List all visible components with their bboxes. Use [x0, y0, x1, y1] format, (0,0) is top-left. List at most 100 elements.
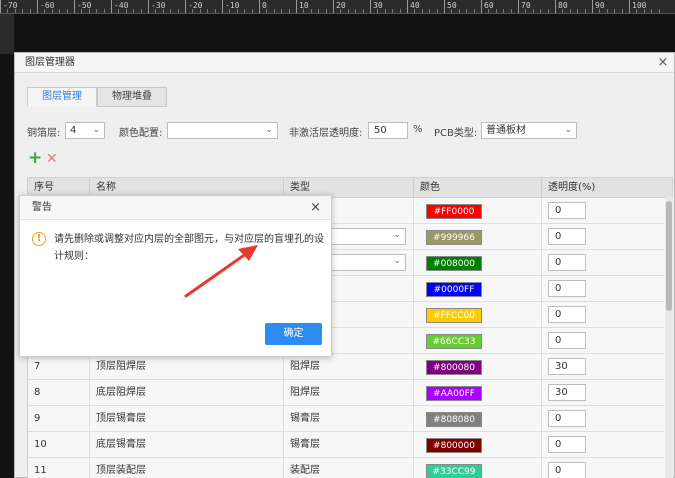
ruler-tick: -10 — [222, 0, 239, 13]
color-swatch[interactable]: #808080 — [426, 412, 482, 427]
ruler-minor-tick — [125, 9, 127, 13]
table-scrollbar[interactable] — [665, 197, 673, 478]
cell-color: #800080 — [414, 354, 542, 380]
cell-opacity: 0 — [542, 406, 664, 432]
ruler-minor-tick — [562, 9, 564, 13]
ruler-tick: 40 — [407, 0, 420, 13]
opacity-input[interactable]: 30 — [548, 358, 586, 375]
pcb-type-select[interactable]: 普通板材 ⌄ — [481, 122, 577, 139]
ruler-minor-tick — [473, 9, 475, 13]
ruler-minor-tick — [303, 9, 305, 13]
ok-button[interactable]: 确定 — [265, 323, 322, 345]
cell-type[interactable]: 锡膏层 — [284, 406, 414, 432]
tab-physical-stack[interactable]: 物理堆叠 — [97, 87, 167, 107]
cell-opacity: 0 — [542, 302, 664, 328]
ruler-minor-tick — [244, 9, 246, 13]
table-row[interactable]: 9 顶层锡膏层 锡膏层 #808080 0 — [28, 406, 664, 432]
opacity-input[interactable]: 30 — [548, 384, 586, 401]
ruler-minor-tick — [310, 9, 312, 13]
copper-layers-select[interactable]: 4 ⌄ — [65, 122, 105, 139]
close-icon[interactable]: × — [310, 196, 321, 220]
vertical-ruler — [0, 14, 14, 54]
scrollbar-thumb[interactable] — [666, 201, 672, 311]
color-swatch[interactable]: #66CC33 — [426, 334, 482, 349]
tab-layer-manage[interactable]: 图层管理 — [27, 87, 97, 107]
color-swatch[interactable]: #999966 — [426, 230, 482, 245]
ruler-minor-tick — [347, 9, 349, 13]
ruler-minor-tick — [429, 9, 431, 13]
ruler-minor-tick — [155, 9, 157, 13]
color-swatch[interactable]: #800080 — [426, 360, 482, 375]
cell-name[interactable]: 底层阻焊层 — [90, 380, 284, 406]
opacity-input[interactable]: 0 — [548, 306, 586, 323]
cell-type[interactable]: 阻焊层 — [284, 354, 414, 380]
opacity-input[interactable]: 0 — [548, 228, 586, 245]
color-swatch[interactable]: #33CC99 — [426, 464, 482, 478]
color-swatch[interactable]: #FF0000 — [426, 204, 482, 219]
cell-opacity: 0 — [542, 328, 664, 354]
delete-icon[interactable]: ✕ — [46, 152, 58, 166]
ruler-minor-tick — [606, 9, 608, 13]
ruler-tick: 30 — [370, 0, 383, 13]
ruler-minor-tick — [266, 9, 268, 13]
ruler-tick: 80 — [555, 0, 568, 13]
ruler-minor-tick — [599, 9, 601, 13]
cell-opacity: 0 — [542, 198, 664, 224]
table-row[interactable]: 10 底层锡膏层 锡膏层 #800000 0 — [28, 432, 664, 458]
color-swatch[interactable]: #800000 — [426, 438, 482, 453]
ruler-minor-tick — [81, 9, 83, 13]
cell-name[interactable]: 顶层阻焊层 — [90, 354, 284, 380]
ruler-minor-tick — [414, 9, 416, 13]
cell-color: #33CC99 — [414, 458, 542, 478]
cell-type[interactable]: 阻焊层 — [284, 380, 414, 406]
cell-name[interactable]: 顶层锡膏层 — [90, 406, 284, 432]
ruler-minor-tick — [340, 9, 342, 13]
opacity-input[interactable]: 0 — [548, 254, 586, 271]
ruler-minor-tick — [88, 9, 90, 13]
warning-message: 请先删除或调整对应内层的全部图元，与对应层的盲埋孔的设计规则： — [54, 234, 324, 262]
ruler-tick: -70 — [0, 0, 17, 13]
color-config-select[interactable]: ⌄ — [167, 122, 278, 139]
table-row[interactable]: 11 顶层装配层 装配层 #33CC99 0 — [28, 458, 664, 478]
opacity-input[interactable]: 0 — [548, 332, 586, 349]
dialog-title-bar: 图层管理器 × — [15, 53, 674, 73]
dialog-title: 图层管理器 — [25, 57, 75, 68]
ruler-minor-tick — [22, 9, 24, 13]
cell-opacity: 30 — [542, 380, 664, 406]
color-swatch[interactable]: #0000FF — [426, 282, 482, 297]
inactive-opacity-input[interactable]: 50 — [368, 122, 408, 139]
ruler-minor-tick — [318, 9, 320, 13]
add-icon[interactable]: + — [28, 150, 42, 167]
header-color: 颜色 — [414, 178, 542, 198]
ruler-minor-tick — [66, 9, 68, 13]
ruler-minor-tick — [651, 9, 653, 13]
cell-type[interactable]: 锡膏层 — [284, 432, 414, 458]
cell-opacity: 0 — [542, 250, 664, 276]
ruler-minor-tick — [281, 9, 283, 13]
opacity-input[interactable]: 0 — [548, 410, 586, 427]
cell-opacity: 0 — [542, 276, 664, 302]
ruler-minor-tick — [621, 9, 623, 13]
cell-name[interactable]: 底层锡膏层 — [90, 432, 284, 458]
cell-type[interactable]: 装配层 — [284, 458, 414, 478]
color-swatch[interactable]: #008000 — [426, 256, 482, 271]
table-row[interactable]: 8 底层阻焊层 阻焊层 #AA00FF 30 — [28, 380, 664, 406]
inactive-opacity-label: 非激活层透明度: — [289, 128, 363, 139]
ruler-minor-tick — [636, 9, 638, 13]
ruler-tick: 70 — [518, 0, 531, 13]
color-swatch[interactable]: #FFCC00 — [426, 308, 482, 323]
ruler-tick: 90 — [592, 0, 605, 13]
opacity-input[interactable]: 0 — [548, 202, 586, 219]
opacity-input[interactable]: 0 — [548, 462, 586, 478]
cell-color: #FF0000 — [414, 198, 542, 224]
ruler-minor-tick — [577, 9, 579, 13]
opacity-input[interactable]: 0 — [548, 436, 586, 453]
ruler-minor-tick — [355, 9, 357, 13]
cell-name[interactable]: 顶层装配层 — [90, 458, 284, 478]
color-swatch[interactable]: #AA00FF — [426, 386, 482, 401]
table-row[interactable]: 7 顶层阻焊层 阻焊层 #800080 30 — [28, 354, 664, 380]
opacity-input[interactable]: 0 — [548, 280, 586, 297]
close-icon[interactable]: × — [656, 53, 670, 73]
percent-label: % — [413, 124, 423, 135]
chevron-down-icon: ⌄ — [393, 256, 401, 266]
